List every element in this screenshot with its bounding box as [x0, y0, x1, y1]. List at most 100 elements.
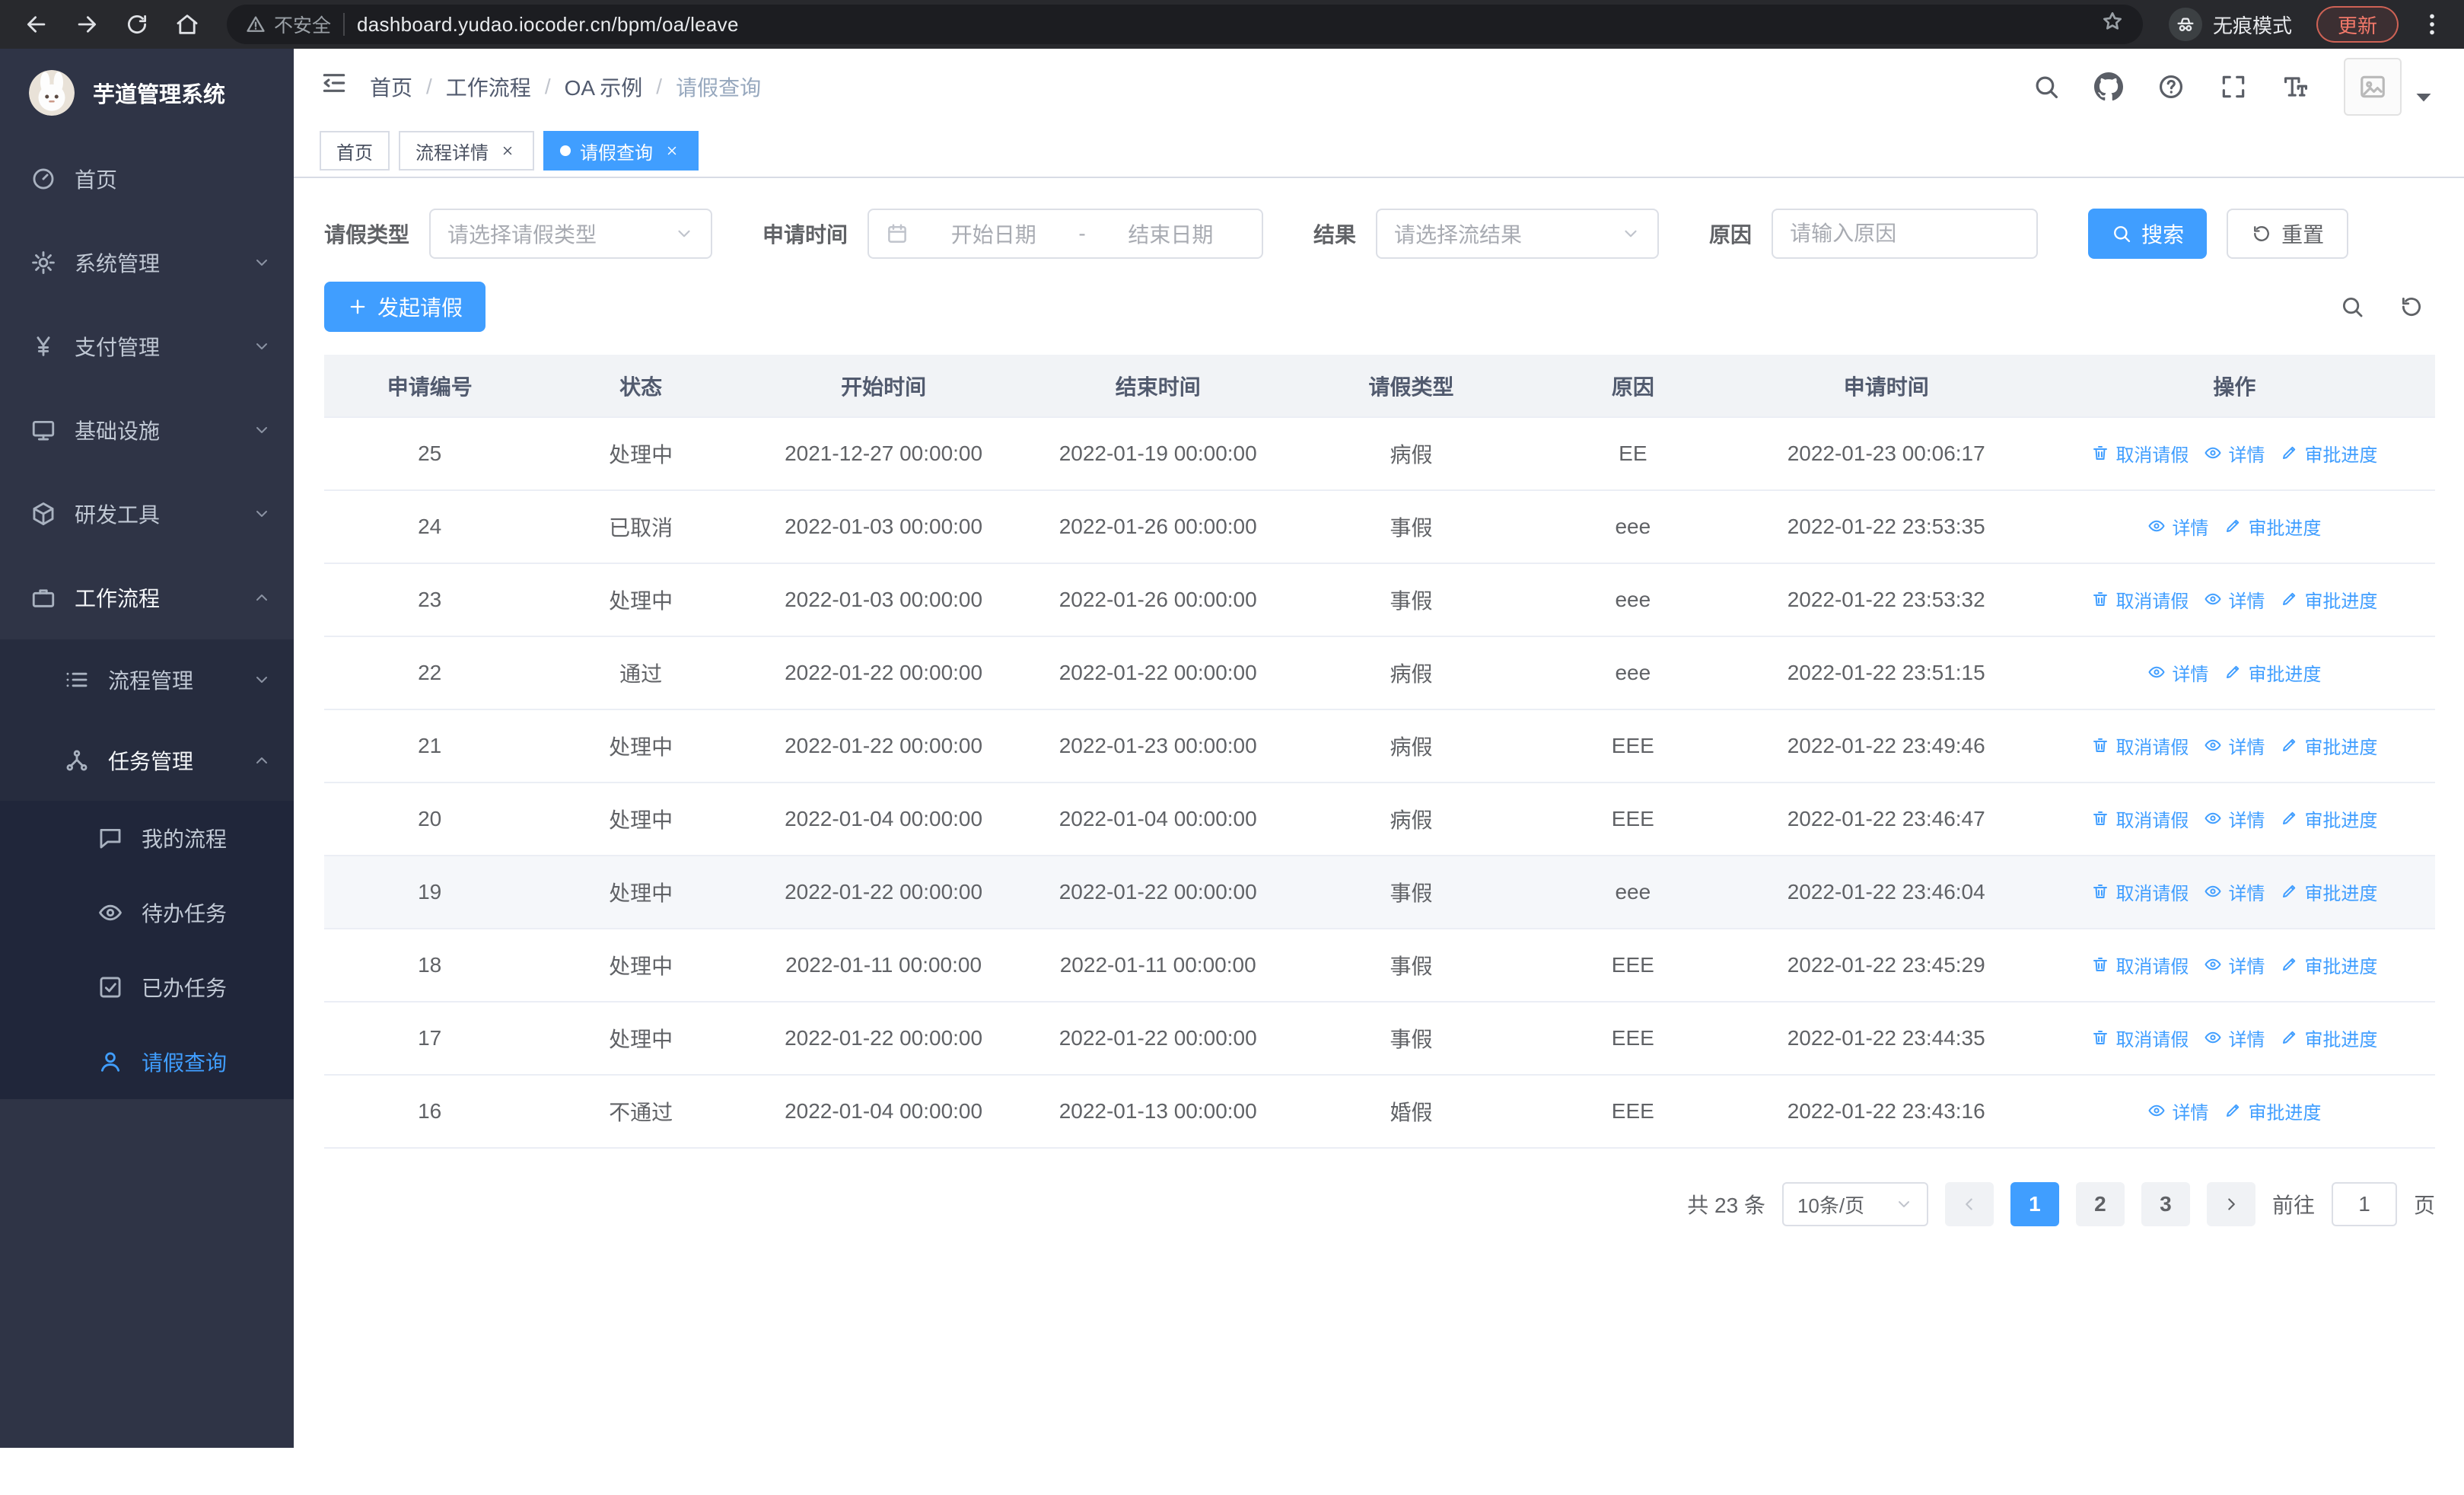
- progress-link[interactable]: 审批进度: [2280, 1025, 2377, 1051]
- breadcrumb-item[interactable]: 工作流程: [446, 72, 531, 102]
- progress-link[interactable]: 审批进度: [2224, 659, 2321, 686]
- toggle-search-icon[interactable]: [2339, 294, 2365, 320]
- cancel-leave-link[interactable]: 取消请假: [2091, 732, 2189, 759]
- cancel-leave-link[interactable]: 取消请假: [2091, 878, 2189, 905]
- sidebar-item-todo-tasks[interactable]: 待办任务: [0, 875, 294, 950]
- cell-end: 2022-01-13 00:00:00: [1020, 1075, 1295, 1149]
- address-bar[interactable]: 不安全 dashboard.yudao.iocoder.cn/bpm/oa/le…: [227, 5, 2143, 44]
- result-select[interactable]: 请选择流结果: [1376, 209, 1660, 259]
- sidebar-item-my-process[interactable]: 我的流程: [0, 801, 294, 875]
- cancel-leave-link[interactable]: 取消请假: [2091, 805, 2189, 832]
- fullscreen-icon[interactable]: [2219, 72, 2248, 101]
- cell-actions: 取消请假 详情 审批进度: [2033, 417, 2435, 491]
- cancel-leave-link[interactable]: 取消请假: [2091, 440, 2189, 467]
- cancel-leave-link[interactable]: 取消请假: [2091, 952, 2189, 978]
- column-header: 结束时间: [1020, 355, 1295, 418]
- sidebar-item-label: 研发工具: [75, 503, 161, 527]
- sidebar-collapse-button[interactable]: [320, 69, 349, 105]
- prev-page-button[interactable]: [1944, 1182, 1994, 1226]
- detail-link[interactable]: 详情: [2204, 732, 2265, 759]
- browser-menu-button[interactable]: [2415, 8, 2449, 41]
- sidebar-item-workflow[interactable]: 工作流程: [0, 556, 294, 639]
- breadcrumb-item[interactable]: OA 示例: [565, 72, 643, 102]
- view-icon: [2204, 1028, 2222, 1047]
- progress-link[interactable]: 审批进度: [2280, 732, 2377, 759]
- breadcrumb-item[interactable]: 首页: [370, 72, 412, 102]
- sidebar-item-task-management[interactable]: 任务管理: [0, 720, 294, 801]
- back-icon: [24, 11, 49, 37]
- page-button-1[interactable]: 1: [2010, 1182, 2059, 1226]
- detail-link[interactable]: 详情: [2204, 440, 2265, 467]
- cell-end: 2022-01-22 00:00:00: [1020, 636, 1295, 710]
- detail-link[interactable]: 详情: [2204, 805, 2265, 832]
- leave-type-select[interactable]: 请选择请假类型: [429, 209, 713, 259]
- sidebar-item-dev-tools[interactable]: 研发工具: [0, 472, 294, 556]
- security-indicator[interactable]: 不安全: [245, 11, 331, 38]
- sidebar-item-done-tasks[interactable]: 已办任务: [0, 950, 294, 1025]
- update-button[interactable]: 更新: [2316, 6, 2399, 43]
- detail-link[interactable]: 详情: [2204, 878, 2265, 905]
- cell-id: 21: [324, 709, 536, 783]
- github-icon[interactable]: [2094, 72, 2123, 101]
- bookmark-star-button[interactable]: [2100, 9, 2125, 40]
- cancel-leave-link[interactable]: 取消请假: [2091, 1025, 2189, 1051]
- apply-time-range-picker[interactable]: 开始日期 - 结束日期: [867, 209, 1264, 259]
- cell-status: 处理中: [535, 783, 747, 856]
- user-menu[interactable]: [2344, 58, 2438, 116]
- font-size-icon[interactable]: [2281, 72, 2310, 101]
- detail-link[interactable]: 详情: [2204, 586, 2265, 613]
- detail-link[interactable]: 详情: [2204, 1025, 2265, 1051]
- reload-button[interactable]: [116, 3, 158, 46]
- progress-link[interactable]: 审批进度: [2280, 952, 2377, 978]
- goto-page-input[interactable]: [2331, 1182, 2397, 1226]
- sidebar-menu: 首页 系统管理 支付管理 基础设施研发工具工作流程 流程管理 任务管理 我的流程 待办任务 已办…: [0, 137, 294, 1099]
- sidebar-item-leave-query[interactable]: 请假查询: [0, 1025, 294, 1099]
- logo[interactable]: 芋道管理系统: [0, 49, 294, 137]
- tab-close-button[interactable]: [662, 141, 682, 161]
- reset-button[interactable]: 重置: [2227, 209, 2349, 259]
- sidebar-item-home[interactable]: 首页: [0, 137, 294, 221]
- cell-id: 22: [324, 636, 536, 710]
- create-leave-button[interactable]: 发起请假: [324, 282, 486, 332]
- sidebar-item-infrastructure[interactable]: 基础设施: [0, 388, 294, 472]
- detail-link[interactable]: 详情: [2147, 1098, 2208, 1124]
- progress-link[interactable]: 审批进度: [2280, 805, 2377, 832]
- table-settings: [2339, 294, 2435, 320]
- cell-start: 2022-01-11 00:00:00: [746, 929, 1021, 1003]
- progress-link[interactable]: 审批进度: [2280, 878, 2377, 905]
- forward-button[interactable]: [65, 3, 108, 46]
- tab-close-button[interactable]: [498, 141, 517, 161]
- help-icon[interactable]: [2157, 72, 2185, 101]
- reason-input[interactable]: [1790, 222, 2020, 246]
- delete-icon: [2091, 736, 2109, 754]
- next-page-button[interactable]: [2206, 1182, 2255, 1226]
- page-button-2[interactable]: 2: [2075, 1182, 2125, 1226]
- detail-link[interactable]: 详情: [2147, 659, 2208, 686]
- action-label: 取消请假: [2115, 737, 2189, 758]
- search-button[interactable]: 搜索: [2088, 209, 2208, 259]
- sidebar-item-process-management[interactable]: 流程管理: [0, 639, 294, 720]
- progress-link[interactable]: 审批进度: [2280, 586, 2377, 613]
- home-button[interactable]: [166, 3, 209, 46]
- tab-home[interactable]: 首页: [320, 131, 390, 171]
- refresh-table-icon[interactable]: [2399, 294, 2424, 320]
- tab-process-detail[interactable]: 流程详情: [399, 131, 534, 171]
- url-text[interactable]: dashboard.yudao.iocoder.cn/bpm/oa/leave: [357, 13, 2088, 37]
- page-button-3[interactable]: 3: [2141, 1182, 2190, 1226]
- end-date-placeholder: 结束日期: [1128, 223, 1214, 247]
- tab-leave-query[interactable]: 请假查询: [543, 131, 699, 171]
- cell-type: 事假: [1295, 490, 1528, 564]
- search-icon[interactable]: [2032, 72, 2061, 101]
- cell-type: 病假: [1295, 636, 1528, 710]
- sidebar-item-payment-management[interactable]: 支付管理: [0, 304, 294, 388]
- progress-link[interactable]: 审批进度: [2224, 1098, 2321, 1124]
- cancel-leave-link[interactable]: 取消请假: [2091, 586, 2189, 613]
- progress-link[interactable]: 审批进度: [2224, 513, 2321, 540]
- detail-link[interactable]: 详情: [2147, 513, 2208, 540]
- back-button[interactable]: [15, 3, 58, 46]
- detail-link[interactable]: 详情: [2204, 952, 2265, 978]
- sidebar-item-system-management[interactable]: 系统管理: [0, 221, 294, 304]
- progress-link[interactable]: 审批进度: [2280, 440, 2377, 467]
- chevron-right-icon: [2221, 1194, 2241, 1214]
- page-size-select[interactable]: 10条/页: [1781, 1182, 1928, 1226]
